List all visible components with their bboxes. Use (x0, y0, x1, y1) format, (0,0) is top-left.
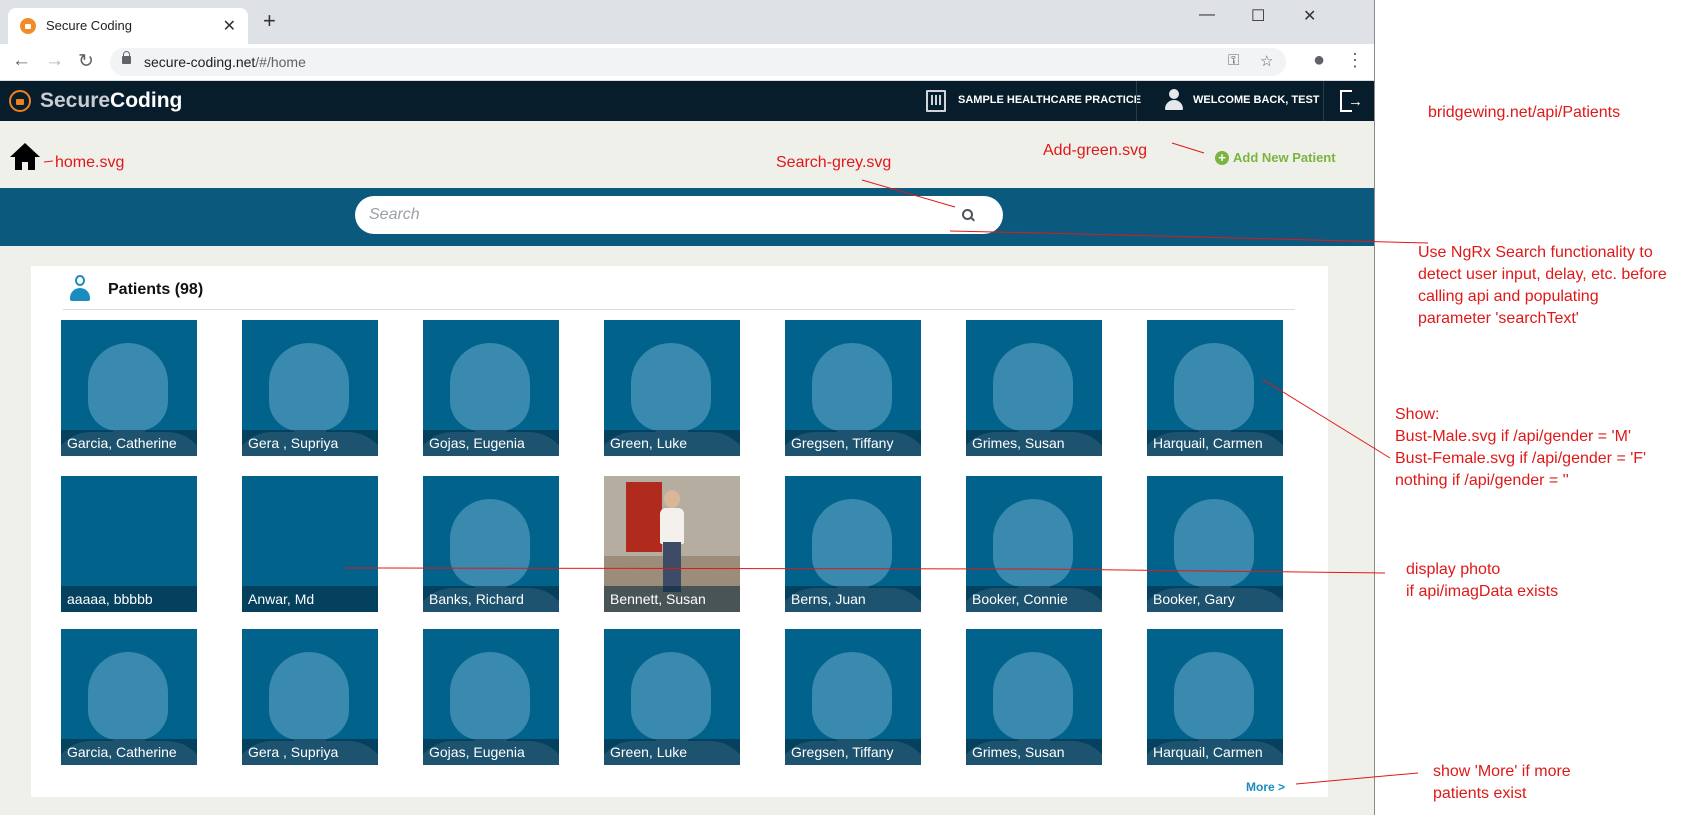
annotation-show: Show: Bust-Male.svg if /api/gender = 'M' B… (1395, 406, 1647, 489)
annotation-more: show 'More' if more patients exist (1433, 763, 1571, 802)
annotation-line-ngrx (949, 230, 1429, 244)
annotation-search-grey: Search-grey.svg (776, 154, 892, 171)
annotation-api-url: bridgewing.net/api/Patients (1428, 104, 1621, 121)
annotation-photo: display photo if api/imagData exists (1406, 561, 1559, 600)
annotation-line-more (1295, 772, 1419, 785)
annotation-line-show (1261, 378, 1391, 459)
annotation-add-green: Add-green.svg (1043, 142, 1148, 159)
annotation-ngrx: Use NgRx Search functionality to detect u… (1418, 244, 1667, 327)
annotation-home: home.svg (55, 154, 125, 171)
annotation-line-photo (344, 567, 1386, 574)
annotation-line-search (861, 179, 956, 208)
annotation-line-add (1171, 142, 1205, 154)
annotation-line-home (43, 160, 54, 163)
